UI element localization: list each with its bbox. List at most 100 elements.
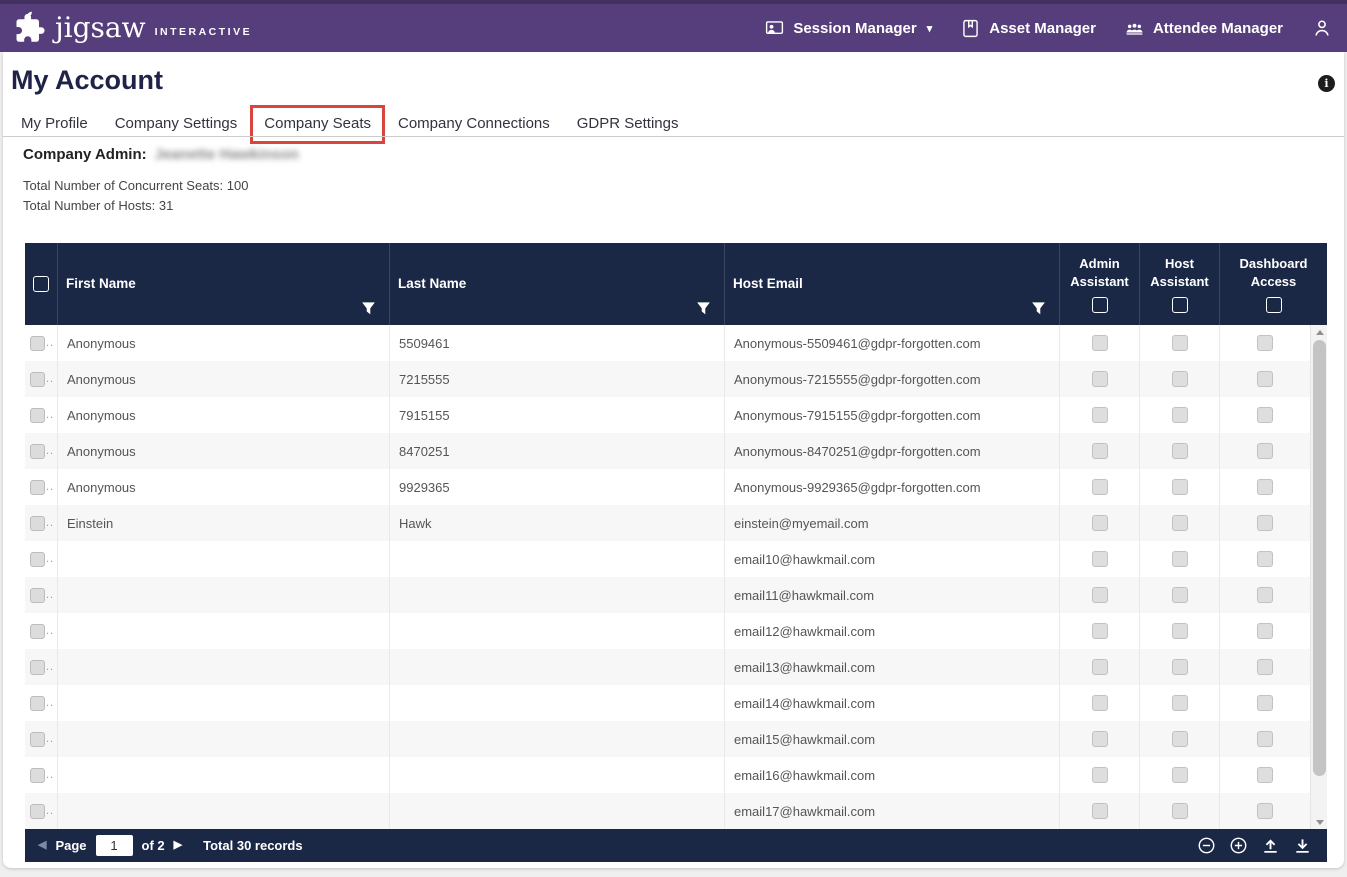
scrollbar-down-arrow[interactable] bbox=[1311, 815, 1328, 829]
dashboard-access-checkbox[interactable] bbox=[1257, 407, 1273, 423]
row-select-checkbox[interactable] bbox=[30, 660, 45, 675]
expand-icon[interactable] bbox=[1229, 836, 1248, 855]
admin-assistant-cell bbox=[1060, 793, 1140, 829]
nav-asset-manager[interactable]: Asset Manager bbox=[960, 18, 1096, 39]
row-select-checkbox[interactable] bbox=[30, 552, 45, 567]
tab-my-profile[interactable]: My Profile bbox=[21, 115, 88, 132]
admin-assistant-checkbox[interactable] bbox=[1092, 659, 1108, 675]
host-assistant-header-label: Host Assistant bbox=[1140, 255, 1219, 290]
host-assistant-checkbox[interactable] bbox=[1172, 695, 1188, 711]
dashboard-access-cell bbox=[1220, 649, 1310, 685]
table-scrollbar[interactable] bbox=[1310, 325, 1327, 829]
collapse-icon[interactable] bbox=[1197, 836, 1216, 855]
tab-gdpr-settings[interactable]: GDPR Settings bbox=[577, 115, 679, 132]
admin-assistant-checkbox[interactable] bbox=[1092, 515, 1108, 531]
last-name-filter-icon[interactable] bbox=[696, 301, 711, 316]
dashboard-access-checkbox[interactable] bbox=[1257, 551, 1273, 567]
host-assistant-select-all-checkbox[interactable] bbox=[1172, 297, 1188, 313]
dashboard-access-checkbox[interactable] bbox=[1257, 371, 1273, 387]
admin-assistant-select-all-checkbox[interactable] bbox=[1092, 297, 1108, 313]
row-select-checkbox[interactable] bbox=[30, 696, 45, 711]
page-number-input[interactable] bbox=[96, 835, 133, 856]
last-name-cell: 8470251 bbox=[390, 433, 725, 469]
row-select-checkbox[interactable] bbox=[30, 804, 45, 819]
first-name-cell bbox=[58, 649, 390, 685]
admin-assistant-checkbox[interactable] bbox=[1092, 371, 1108, 387]
tab-company-connections[interactable]: Company Connections bbox=[398, 115, 550, 132]
admin-assistant-checkbox[interactable] bbox=[1092, 695, 1108, 711]
row-select-checkbox[interactable] bbox=[30, 516, 45, 531]
host-assistant-checkbox[interactable] bbox=[1172, 551, 1188, 567]
info-icon[interactable]: i bbox=[1318, 75, 1335, 92]
host-assistant-checkbox[interactable] bbox=[1172, 623, 1188, 639]
row-select-cell: .. bbox=[25, 577, 58, 613]
nav-attendee-manager[interactable]: Attendee Manager bbox=[1124, 18, 1283, 39]
host-assistant-checkbox[interactable] bbox=[1172, 587, 1188, 603]
admin-assistant-checkbox[interactable] bbox=[1092, 587, 1108, 603]
scrollbar-up-arrow[interactable] bbox=[1311, 325, 1328, 339]
tab-company-settings[interactable]: Company Settings bbox=[115, 115, 238, 132]
dashboard-access-checkbox[interactable] bbox=[1257, 695, 1273, 711]
host-assistant-checkbox[interactable] bbox=[1172, 479, 1188, 495]
host-assistant-checkbox[interactable] bbox=[1172, 659, 1188, 675]
row-select-checkbox[interactable] bbox=[30, 732, 45, 747]
row-select-checkbox[interactable] bbox=[30, 588, 45, 603]
first-name-filter-icon[interactable] bbox=[361, 301, 376, 316]
first-name-cell: Anonymous bbox=[58, 325, 390, 361]
admin-assistant-checkbox[interactable] bbox=[1092, 443, 1108, 459]
row-select-checkbox[interactable] bbox=[30, 768, 45, 783]
row-select-checkbox[interactable] bbox=[30, 372, 45, 387]
dashboard-access-checkbox[interactable] bbox=[1257, 515, 1273, 531]
host-assistant-checkbox[interactable] bbox=[1172, 335, 1188, 351]
admin-assistant-checkbox[interactable] bbox=[1092, 623, 1108, 639]
dashboard-access-select-all-checkbox[interactable] bbox=[1266, 297, 1282, 313]
company-admin-line: Company Admin:Jeanette Hawkinson bbox=[23, 146, 299, 163]
next-page-button[interactable]: ▶ bbox=[174, 840, 182, 851]
host-email-filter-icon[interactable] bbox=[1031, 301, 1046, 316]
tab-company-seats[interactable]: Company Seats bbox=[264, 115, 371, 132]
total-seats-line: Total Number of Concurrent Seats: 100 bbox=[23, 178, 248, 193]
dashboard-access-cell bbox=[1220, 433, 1310, 469]
host-assistant-checkbox[interactable] bbox=[1172, 803, 1188, 819]
dashboard-access-checkbox[interactable] bbox=[1257, 767, 1273, 783]
host-assistant-checkbox[interactable] bbox=[1172, 515, 1188, 531]
row-select-checkbox[interactable] bbox=[30, 624, 45, 639]
admin-assistant-checkbox[interactable] bbox=[1092, 731, 1108, 747]
dashboard-access-checkbox[interactable] bbox=[1257, 659, 1273, 675]
dashboard-access-checkbox[interactable] bbox=[1257, 335, 1273, 351]
row-select-checkbox[interactable] bbox=[30, 480, 45, 495]
select-all-checkbox[interactable] bbox=[33, 276, 49, 292]
host-email-cell: email15@hawkmail.com bbox=[725, 721, 1060, 757]
admin-assistant-checkbox[interactable] bbox=[1092, 551, 1108, 567]
admin-assistant-checkbox[interactable] bbox=[1092, 767, 1108, 783]
table-row: ..Anonymous7915155Anonymous-7915155@gdpr… bbox=[25, 397, 1327, 433]
dashboard-access-checkbox[interactable] bbox=[1257, 803, 1273, 819]
download-icon[interactable] bbox=[1293, 836, 1312, 855]
host-assistant-checkbox[interactable] bbox=[1172, 443, 1188, 459]
dashboard-access-checkbox[interactable] bbox=[1257, 479, 1273, 495]
row-select-checkbox[interactable] bbox=[30, 336, 45, 351]
account-menu-button[interactable] bbox=[1311, 17, 1333, 39]
upload-icon[interactable] bbox=[1261, 836, 1280, 855]
host-assistant-cell bbox=[1140, 433, 1220, 469]
dashboard-access-checkbox[interactable] bbox=[1257, 731, 1273, 747]
admin-assistant-checkbox[interactable] bbox=[1092, 803, 1108, 819]
row-select-checkbox[interactable] bbox=[30, 444, 45, 459]
host-assistant-checkbox[interactable] bbox=[1172, 767, 1188, 783]
host-assistant-checkbox[interactable] bbox=[1172, 407, 1188, 423]
host-assistant-checkbox[interactable] bbox=[1172, 731, 1188, 747]
admin-assistant-checkbox[interactable] bbox=[1092, 407, 1108, 423]
host-email-header: Host Email bbox=[725, 243, 1060, 325]
previous-page-button[interactable]: ◀ bbox=[38, 840, 46, 851]
admin-assistant-checkbox[interactable] bbox=[1092, 479, 1108, 495]
first-name-cell: Anonymous bbox=[58, 361, 390, 397]
scrollbar-thumb[interactable] bbox=[1313, 340, 1326, 776]
nav-session-manager[interactable]: Session Manager ▾ bbox=[764, 18, 932, 39]
host-assistant-checkbox[interactable] bbox=[1172, 371, 1188, 387]
admin-assistant-checkbox[interactable] bbox=[1092, 335, 1108, 351]
row-select-checkbox[interactable] bbox=[30, 408, 45, 423]
dashboard-access-checkbox[interactable] bbox=[1257, 623, 1273, 639]
jigsaw-logo[interactable]: jigsaw INTERACTIVE bbox=[12, 10, 252, 46]
dashboard-access-checkbox[interactable] bbox=[1257, 443, 1273, 459]
dashboard-access-checkbox[interactable] bbox=[1257, 587, 1273, 603]
